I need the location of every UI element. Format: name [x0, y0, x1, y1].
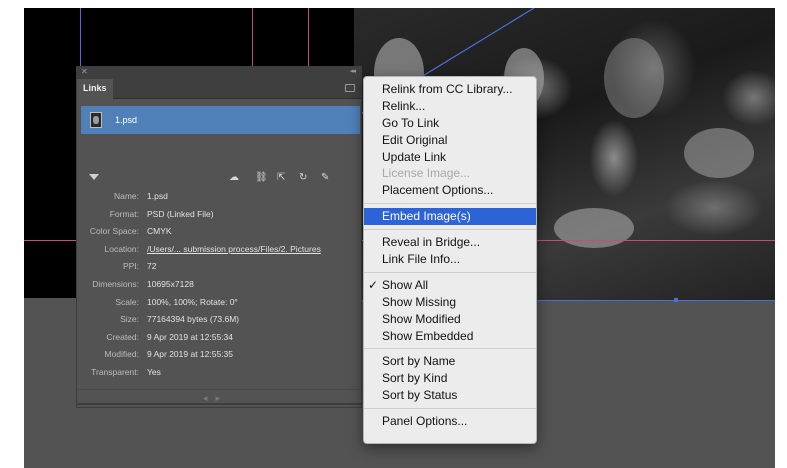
menu-separator [364, 408, 536, 410]
links-panel: ✕ ◂◂ Links 1.psd ☁ ⛓ ⇱ ↻ ✎ Name: 1.psd For… [76, 66, 362, 408]
info-row: Location: /Users/... submission process/F… [77, 242, 361, 260]
menu-item-label: Go To Link [382, 115, 440, 130]
menu-separator [364, 271, 536, 273]
info-row: Scale: 100%, 100%; Rotate: 0° [77, 295, 361, 313]
menu-item-sort-by-name[interactable]: Sort by Name [364, 353, 536, 370]
menu-item-show-missing[interactable]: Show Missing [364, 294, 536, 311]
info-key: Dimensions: [92, 278, 139, 289]
info-key: Size: [120, 314, 139, 325]
link-info-list: Name: 1.psd Format: PSD (Linked File) Color … [77, 189, 361, 383]
info-row: Dimensions: 10695x7128 [77, 277, 361, 295]
info-value: 9 Apr 2019 at 12:55:34 [147, 331, 234, 342]
info-row: Format: PSD (Linked File) [77, 207, 361, 225]
menu-separator [364, 203, 536, 205]
info-value: Yes [147, 366, 161, 377]
links-panel-menu: Relink from CC Library... Relink... Go To … [363, 76, 537, 444]
menu-item-label: Relink from CC Library... [382, 82, 513, 96]
menu-item-label: Placement Options... [382, 183, 494, 198]
menu-item-label: Panel Options... [382, 414, 468, 429]
link-info-toolbar: ☁ ⛓ ⇱ ↻ ✎ [77, 169, 361, 187]
link-list-item[interactable]: 1.psd [81, 106, 360, 134]
menu-item-placement-options[interactable]: Placement Options... [364, 182, 536, 199]
frame-handle[interactable] [674, 298, 678, 302]
menu-item-label: Sort by Status [382, 388, 458, 403]
go-to-link-icon[interactable]: ⇱ [277, 172, 285, 183]
info-key: Modified: [104, 349, 140, 360]
info-row: Size: 77164394 bytes (73.6M) [77, 312, 361, 330]
panel-title-bar[interactable]: ✕ ◂◂ [77, 67, 361, 79]
panel-footer: ◂▸ [77, 389, 361, 407]
info-value: 72 [147, 261, 157, 272]
menu-item-license-image: License Image... [364, 165, 536, 182]
info-value: PSD (Linked File) [147, 208, 214, 219]
info-key: Name: [113, 191, 139, 201]
info-value: 77164394 bytes (73.6M) [147, 314, 240, 325]
info-row: Transparent: Yes [77, 365, 361, 383]
menu-separator [364, 229, 536, 231]
info-row: Created: 9 Apr 2019 at 12:55:34 [77, 330, 361, 348]
info-key: Format: [109, 208, 139, 219]
menu-item-label: License Image... [382, 166, 471, 181]
menu-item-label: Show All [382, 277, 429, 292]
info-value: 9 Apr 2019 at 12:55:35 [147, 349, 234, 360]
menu-item-edit-original[interactable]: Edit Original [364, 132, 536, 149]
menu-item-label: Update Link [382, 149, 447, 164]
info-value: 100%, 100%; Rotate: 0° [147, 296, 238, 307]
info-value: 10695x7128 [147, 278, 194, 289]
menu-item-show-modified[interactable]: Show Modified [364, 311, 536, 328]
update-link-icon[interactable]: ↻ [299, 172, 307, 183]
info-row: PPI: 72 [77, 259, 361, 277]
relink-icon[interactable]: ⛓ [255, 172, 268, 183]
menu-item-sort-by-kind[interactable]: Sort by Kind [364, 370, 536, 387]
info-row: Name: 1.psd [77, 189, 361, 207]
menu-item-label: Show Missing [382, 294, 457, 309]
info-key: PPI: [122, 261, 139, 272]
menu-item-label: Sort by Kind [382, 371, 448, 386]
menu-item-show-all[interactable]: ✓ Show All [364, 277, 536, 294]
menu-item-sort-by-status[interactable]: Sort by Status [364, 387, 536, 404]
horizontal-scrollbar[interactable] [77, 403, 361, 405]
menu-item-label: Sort by Name [382, 354, 456, 369]
menu-item-label: Link File Info... [382, 252, 461, 267]
info-location-link[interactable]: /Users/... submission process/Files/2. P… [147, 244, 321, 254]
disclosure-triangle-icon[interactable] [89, 174, 99, 180]
info-value: CMYK [147, 226, 172, 237]
edit-original-icon[interactable]: ✎ [321, 172, 329, 183]
file-thumbnail-icon [90, 112, 102, 128]
info-key: Transparent: [91, 366, 139, 377]
menu-item-label: Edit Original [382, 132, 448, 147]
menu-item-show-embedded[interactable]: Show Embedded [364, 328, 536, 345]
panel-menu-icon[interactable] [345, 84, 355, 92]
menu-item-link-file-info[interactable]: Link File Info... [364, 251, 536, 268]
menu-item-label: Show Embedded [382, 328, 474, 343]
info-value: 1.psd [147, 191, 168, 201]
menu-item-go-to-link[interactable]: Go To Link [364, 115, 536, 132]
menu-separator [364, 348, 536, 350]
menu-item-label: Reveal in Bridge... [382, 235, 481, 250]
info-row: Modified: 9 Apr 2019 at 12:55:35 [77, 347, 361, 365]
collapse-icon[interactable]: ◂◂ [350, 67, 356, 75]
info-key: Location: [104, 243, 140, 254]
info-row: Color Space: CMYK [77, 224, 361, 242]
close-icon[interactable]: ✕ [81, 67, 88, 76]
menu-item-label: Relink... [382, 98, 426, 113]
info-key: Created: [106, 331, 139, 342]
tab-links[interactable]: Links [77, 79, 113, 100]
cc-library-icon[interactable]: ☁ [229, 172, 239, 183]
menu-item-label: Show Modified [382, 311, 461, 326]
menu-item-label: Embed Image(s) [382, 209, 471, 224]
info-key: Color Space: [89, 226, 139, 237]
menu-item-relink-from-cc-library[interactable]: Relink from CC Library... [364, 81, 536, 98]
info-key: Scale: [115, 296, 139, 307]
menu-item-relink[interactable]: Relink... [364, 98, 536, 115]
checkmark-icon: ✓ [368, 277, 379, 292]
link-filename: 1.psd [115, 115, 138, 125]
menu-item-reveal-in-bridge[interactable]: Reveal in Bridge... [364, 234, 536, 251]
menu-item-embed-image-s[interactable]: Embed Image(s) [364, 208, 536, 226]
panel-tab-bar: Links [77, 79, 361, 100]
menu-item-panel-options[interactable]: Panel Options... [364, 413, 536, 430]
menu-item-update-link[interactable]: Update Link [364, 149, 536, 166]
